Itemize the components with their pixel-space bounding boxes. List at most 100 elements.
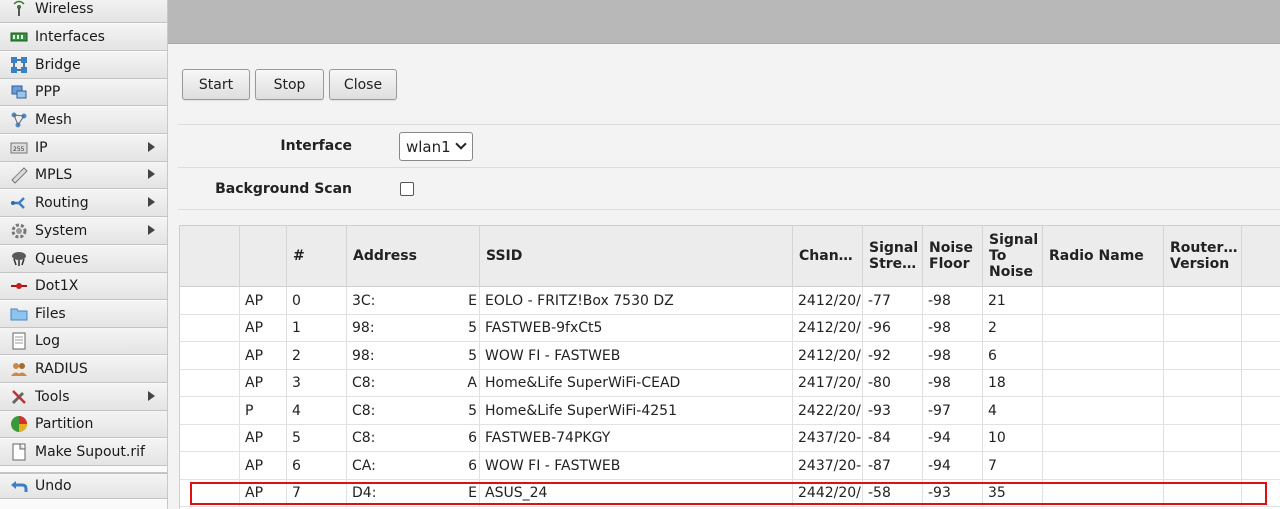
sidebar-item-label: Make Supout.rif [35,444,145,460]
scanner-panel: Start Stop Close Interface wlan1 Backgro… [168,44,1280,509]
header-col-extra[interactable] [1242,226,1280,287]
divider [178,209,1280,210]
cell-num: 4 [287,397,347,424]
header-col-noise-floor[interactable]: Noise Floor [923,226,983,287]
cell-signal: -93 [863,397,923,424]
cell-empty [1164,452,1242,479]
cell-flags: AP [240,287,287,314]
sidebar-item-queues[interactable]: Queues [0,246,167,273]
sidebar-item-partition[interactable]: Partition [0,411,167,438]
sidebar-item-bridge[interactable]: Bridge [0,52,167,79]
cell-empty [1043,369,1164,397]
cell-empty [1242,315,1280,342]
address-start: C8: [352,375,376,391]
start-button[interactable]: Start [182,69,250,100]
cell-empty [180,314,240,342]
cell-empty [180,342,240,369]
cell-address: C8: A [347,369,480,397]
cell-address: C8: 6 [347,424,480,452]
sidebar-item-radius[interactable]: RADIUS [0,356,167,383]
close-button[interactable]: Close [329,69,397,100]
ip-icon: 255 [9,139,29,157]
cell-num: 7 [287,479,347,507]
table-row[interactable]: AP 3 C8: A Home&Life SuperWiFi-CEAD 2417/20/-… [180,369,1280,397]
sidebar-item-wireless[interactable]: Wireless [0,0,167,23]
table-row[interactable]: AP 2 98: 5 WOW FI - FASTWEB 2412/20/-92 -98 6 [180,342,1280,370]
cell-empty [1043,424,1164,452]
tools-icon [9,388,29,406]
header-col-channel[interactable]: Chan… [793,226,863,287]
stop-button[interactable]: Stop [255,69,324,100]
cell-ssid: ASUS_24 [480,479,793,507]
cell-address: 98: 5 [347,314,480,342]
cell-noise: -97 [923,397,983,424]
log-icon [9,332,29,350]
header-col-signal-to-noise[interactable]: Signal To Noise [983,226,1043,287]
submenu-arrow-icon [148,142,155,152]
redaction-mask [381,480,467,506]
cell-noise: -98 [923,314,983,342]
cell-channel: 2412/20/ [793,314,863,342]
sidebar-item-interfaces[interactable]: Interfaces [0,24,167,51]
sidebar-item-files[interactable]: Files [0,301,167,328]
table-row[interactable]: AP 6 CA::6 WOW FI - FASTWEB 2437/20- -87 -94 7 [180,452,1280,480]
cell-address: D4::E [347,479,480,507]
header-col-radio-name[interactable]: Radio Name [1043,226,1164,287]
sidebar-item-dot1x[interactable]: Dot1X [0,273,167,300]
header-col-flags[interactable] [240,226,287,287]
cell-num: 6 [287,452,347,479]
cell-snr: 21 [983,287,1043,314]
background-scan-checkbox[interactable] [400,182,414,196]
gear-icon [9,222,29,240]
cell-empty [1242,287,1280,314]
table-row[interactable]: AP 5 C8: 6 FASTWEB-74PKGY 2437/20- -84 -94 10 [180,424,1280,452]
cell-address: 3C: E [347,287,480,314]
submenu-arrow-icon [148,225,155,235]
partition-icon [9,415,29,433]
cell-empty [1164,424,1242,452]
cell-noise: -98 [923,287,983,314]
mpls-icon [9,166,29,184]
table-row[interactable]: AP 1 98: 5 FASTWEB-9fxCt5 2412/20/-96 -98 2 [180,314,1280,342]
table-row[interactable]: AP 7 D4::E ASUS_24 2442/20/-58 -93 35 [180,479,1280,507]
sidebar-item-label: Log [35,333,61,349]
sidebar-item-mpls[interactable]: MPLS [0,162,167,189]
header-col-signal-strength[interactable]: Signal Stre… [863,226,923,287]
cell-flags: P [240,397,287,424]
cell-snr: 6 [983,342,1043,369]
cell-flags: AP [240,452,287,479]
sidebar-item-routing[interactable]: Routing [0,190,167,217]
sidebar-item-log[interactable]: Log [0,328,167,355]
redaction-mask [381,288,467,313]
cell-empty [1242,370,1280,397]
header-col-number[interactable]: # [287,226,347,287]
sidebar-item-label: PPP [35,84,61,100]
radius-icon [9,360,29,378]
supout-icon [9,443,29,461]
header-col-address[interactable]: Address [347,226,480,287]
cell-empty [1242,425,1280,452]
address-end: A [467,375,477,391]
cell-empty [1164,397,1242,424]
address-start: 3C: [352,292,376,309]
header-col-blank[interactable] [180,226,240,287]
interface-select-value: wlan1 [406,137,451,156]
sidebar-item-make-supout-rif[interactable]: Make Supout.rif [0,439,167,466]
interface-select[interactable]: wlan1 [399,132,473,161]
sidebar-item-tools[interactable]: Tools [0,384,167,411]
table-row[interactable]: AP 0 3C: E EOLO - FRITZ!Box 7530 DZ 2412/20/-… [180,287,1280,315]
address-start: 98: [352,347,375,364]
sidebar-item-undo[interactable]: Undo [0,472,167,499]
table-row[interactable]: P 4 C8: 5 Home&Life SuperWiFi-4251 2422/20/-9… [180,397,1280,425]
cell-address: 98: 5 [347,342,480,369]
sidebar-item-system[interactable]: System [0,218,167,245]
cell-empty [180,397,240,424]
header-col-ssid[interactable]: SSID [480,226,793,287]
sidebar-item-ip[interactable]: 255 IP [0,135,167,162]
cell-channel: 2422/20/ [793,397,863,424]
cell-empty [180,369,240,397]
header-col-router-version[interactable]: Router… Version [1164,226,1242,287]
sidebar-item-ppp[interactable]: PPP [0,79,167,106]
sidebar-item-mesh[interactable]: Mesh [0,107,167,134]
address-end: 5 [468,347,477,364]
